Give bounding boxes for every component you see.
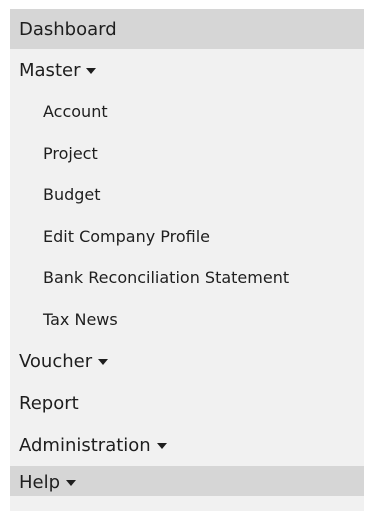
menu-item-voucher-label: Voucher bbox=[19, 350, 93, 372]
caret-down-icon bbox=[86, 68, 97, 74]
menu-item-help[interactable]: Help bbox=[10, 466, 364, 496]
menu-item-administration[interactable]: Administration bbox=[10, 424, 364, 466]
menu-item-master-label: Master bbox=[19, 59, 81, 81]
submenu-item-edit-company-profile[interactable]: Edit Company Profile bbox=[10, 216, 364, 258]
submenu-item-project[interactable]: Project bbox=[10, 133, 364, 175]
caret-down-icon bbox=[156, 443, 167, 449]
caret-down-icon bbox=[66, 480, 77, 486]
submenu-item-budget[interactable]: Budget bbox=[10, 174, 364, 216]
menu-item-voucher[interactable]: Voucher bbox=[10, 340, 364, 382]
submenu-item-tax-news[interactable]: Tax News bbox=[10, 299, 364, 341]
menu-item-report-label: Report bbox=[19, 392, 79, 414]
caret-down-icon bbox=[98, 359, 109, 365]
menu-item-help-label: Help bbox=[19, 472, 61, 493]
submenu-item-label: Project bbox=[43, 143, 98, 163]
submenu-item-bank-reconciliation-statement[interactable]: Bank Reconciliation Statement bbox=[10, 257, 364, 299]
menu-item-administration-label: Administration bbox=[19, 434, 151, 456]
submenu-item-account[interactable]: Account bbox=[10, 91, 364, 133]
submenu-item-label: Budget bbox=[43, 185, 101, 205]
menu-item-report[interactable]: Report bbox=[10, 382, 364, 424]
submenu-item-label: Account bbox=[43, 102, 108, 122]
nav-menu: Dashboard Master Account Project Budget … bbox=[10, 9, 364, 511]
menu-item-dashboard[interactable]: Dashboard bbox=[10, 9, 364, 49]
submenu-item-label: Tax News bbox=[43, 309, 118, 329]
submenu-item-label: Bank Reconciliation Statement bbox=[43, 268, 290, 288]
menu-item-master[interactable]: Master bbox=[10, 49, 364, 91]
menu-item-dashboard-label: Dashboard bbox=[19, 18, 117, 40]
submenu-item-label: Edit Company Profile bbox=[43, 226, 211, 246]
